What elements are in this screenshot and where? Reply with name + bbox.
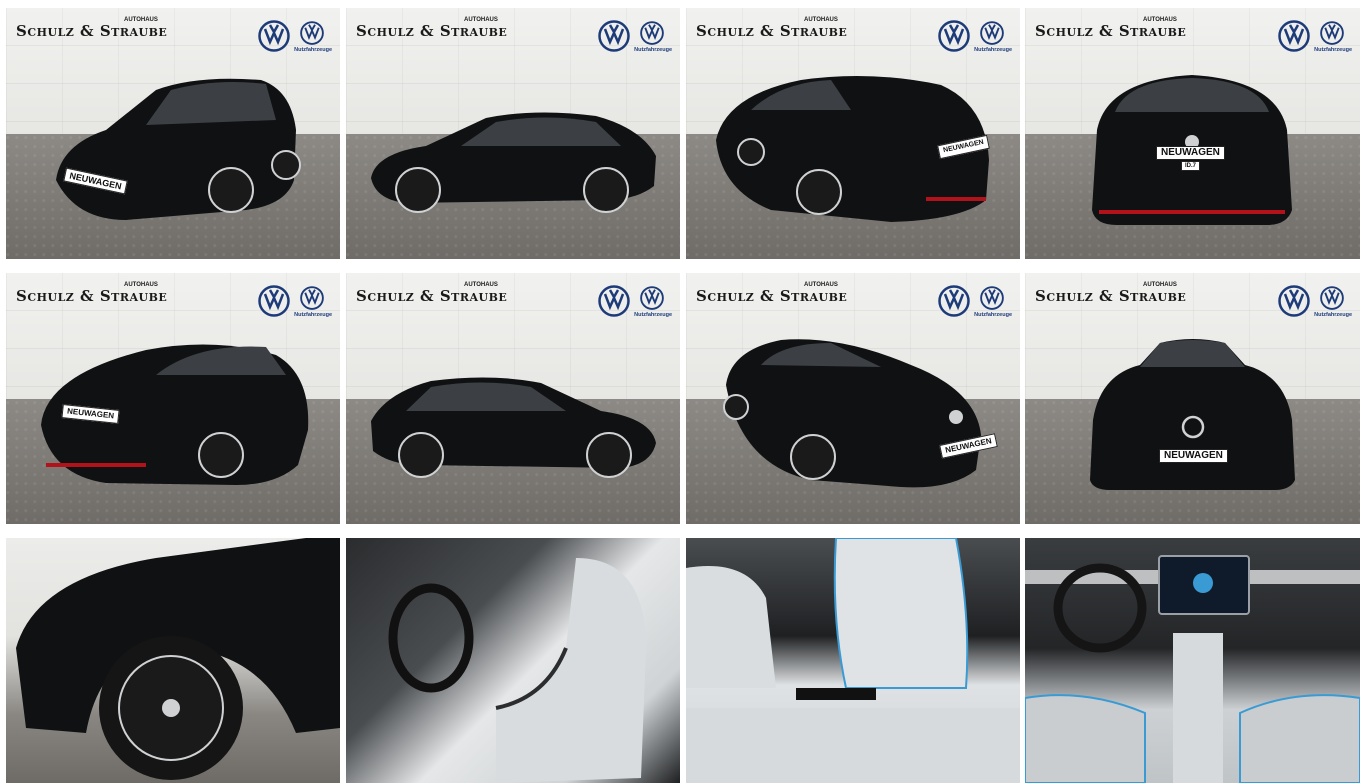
dealer-tagline: AUTOHAUS: [124, 17, 158, 23]
photo-gallery: Schulz & Straube AUTOHAUS Nutzfahrzeuge …: [0, 0, 1364, 783]
vw-commercial-logo-icon: [980, 21, 1004, 45]
car-fender: [16, 538, 340, 780]
vw-commercial-logo-icon: [300, 21, 324, 45]
photo-tile-rear[interactable]: Schulz & Straube AUTOHAUS Nutzfahrzeuge …: [1025, 8, 1360, 259]
vw-logo-icon: [938, 20, 970, 52]
dealer-logo: Schulz & Straube: [16, 287, 168, 305]
photo-tile-front-right[interactable]: Schulz & Straube AUTOHAUS Nutzfahrzeuge …: [686, 273, 1020, 524]
vw-logo-icon: [1278, 20, 1310, 52]
rear-bench: [686, 538, 1020, 783]
brand-subtitle: Nutzfahrzeuge: [974, 47, 1012, 53]
model-badge: ID.7: [1181, 161, 1201, 171]
vw-logo-icon: [1278, 285, 1310, 317]
photo-tile-wheel-detail[interactable]: [6, 538, 340, 783]
dealer-tagline: AUTOHAUS: [464, 282, 498, 288]
photo-tile-front-left[interactable]: Schulz & Straube AUTOHAUS Nutzfahrzeuge …: [6, 8, 340, 259]
car-image: [1090, 339, 1295, 490]
brand-subtitle: Nutzfahrzeuge: [974, 312, 1012, 318]
car-image: [371, 112, 656, 213]
vw-commercial-logo-icon: [640, 286, 664, 310]
photo-tile-right-side[interactable]: Schulz & Straube AUTOHAUS Nutzfahrzeuge: [346, 273, 680, 524]
brand-subtitle: Nutzfahrzeuge: [294, 312, 332, 318]
neuwagen-plate: NEUWAGEN: [1156, 146, 1225, 160]
dealer-tagline: AUTOHAUS: [1143, 282, 1177, 288]
vw-logo-icon: [598, 20, 630, 52]
dealer-tagline: AUTOHAUS: [804, 282, 838, 288]
photo-tile-front[interactable]: Schulz & Straube AUTOHAUS Nutzfahrzeuge …: [1025, 273, 1360, 524]
dealer-logo: Schulz & Straube: [1035, 287, 1187, 305]
photo-tile-front-seats[interactable]: [346, 538, 680, 783]
photo-tile-cockpit[interactable]: [1025, 538, 1360, 783]
vw-logo-icon: [258, 285, 290, 317]
neuwagen-plate: NEUWAGEN: [1159, 449, 1228, 463]
brand-subtitle: Nutzfahrzeuge: [1314, 312, 1352, 318]
car-image: [371, 377, 656, 478]
vw-commercial-logo-icon: [640, 21, 664, 45]
car-image: [723, 339, 981, 488]
dealer-logo: Schulz & Straube: [356, 22, 508, 40]
dealer-logo: Schulz & Straube: [1035, 22, 1187, 40]
dealer-logo: Schulz & Straube: [696, 287, 848, 305]
vw-commercial-logo-icon: [1320, 21, 1344, 45]
dealer-logo: Schulz & Straube: [356, 287, 508, 305]
vw-logo-icon: [258, 20, 290, 52]
dealer-tagline: AUTOHAUS: [1143, 17, 1177, 23]
car-image: [56, 78, 301, 220]
dashboard: [1025, 555, 1360, 783]
dealer-tagline: AUTOHAUS: [464, 17, 498, 23]
photo-tile-rear-left[interactable]: Schulz & Straube AUTOHAUS Nutzfahrzeuge …: [6, 273, 340, 524]
vw-commercial-logo-icon: [980, 286, 1004, 310]
brand-subtitle: Nutzfahrzeuge: [634, 312, 672, 318]
seat-and-wheel: [388, 558, 646, 783]
brand-subtitle: Nutzfahrzeuge: [634, 47, 672, 53]
photo-tile-left-side[interactable]: Schulz & Straube AUTOHAUS Nutzfahrzeuge: [346, 8, 680, 259]
photo-tile-rear-right[interactable]: Schulz & Straube AUTOHAUS Nutzfahrzeuge …: [686, 8, 1020, 259]
dealer-logo: Schulz & Straube: [16, 22, 168, 40]
dealer-tagline: AUTOHAUS: [124, 282, 158, 288]
vw-commercial-logo-icon: [300, 286, 324, 310]
brand-subtitle: Nutzfahrzeuge: [1314, 47, 1352, 53]
brand-subtitle: Nutzfahrzeuge: [294, 47, 332, 53]
photo-tile-rear-seats[interactable]: [686, 538, 1020, 783]
vw-logo-icon: [938, 285, 970, 317]
vw-commercial-logo-icon: [1320, 286, 1344, 310]
vw-logo-icon: [598, 285, 630, 317]
dealer-logo: Schulz & Straube: [696, 22, 848, 40]
dealer-tagline: AUTOHAUS: [804, 17, 838, 23]
